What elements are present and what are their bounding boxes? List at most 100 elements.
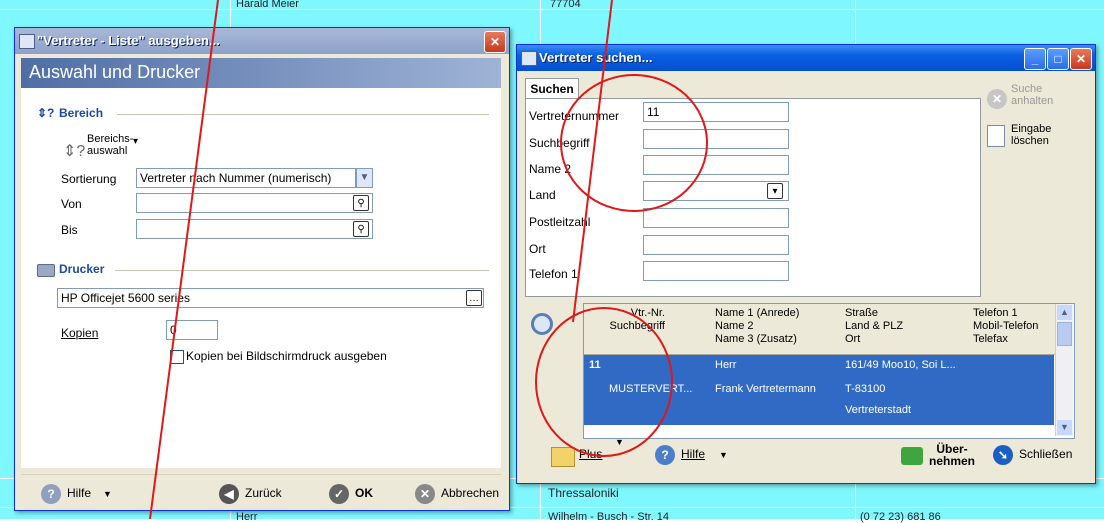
dropdown-arrow-icon[interactable]: ▼ [615, 437, 624, 447]
maximize-icon[interactable]: □ [1047, 48, 1069, 70]
search-dialog-titlebar[interactable]: Vertreter suchen... _ □ ✕ [517, 45, 1095, 71]
to-label: Bis [61, 223, 78, 237]
close-button[interactable]: ➘ Schließen [993, 443, 1072, 465]
help-button[interactable]: ? Hilfe ▼ [655, 443, 728, 466]
folder-icon [551, 447, 575, 467]
take-over-button[interactable]: Über- nehmen [929, 443, 975, 467]
print-dialog-title: "Vertreter - Liste" ausgeben... [37, 33, 220, 48]
minimize-icon[interactable]: _ [1024, 48, 1046, 70]
magnifier-icon [531, 313, 553, 335]
stop-icon: ✕ [987, 89, 1007, 109]
help-icon: ? [655, 444, 675, 465]
divider [115, 270, 489, 271]
search-icon[interactable]: ⚲ [353, 195, 369, 211]
ok-button[interactable]: ✓ OK [329, 482, 373, 504]
cancel-icon: ✕ [415, 483, 435, 504]
bg-text: Thressaloniki [548, 486, 619, 500]
sort-select[interactable]: Vertreter nach Nummer (numerisch) [136, 168, 356, 188]
sort-label: Sortierung [61, 172, 117, 186]
name2-input[interactable] [643, 155, 789, 175]
back-button[interactable]: ◀ Zurück [219, 482, 282, 504]
range-select-icon: ⇕? [63, 143, 86, 160]
printer-select[interactable]: HP Officejet 5600 series [57, 288, 484, 308]
dropdown-arrow-icon[interactable]: ▾ [133, 136, 138, 147]
suchbegriff-input[interactable] [643, 129, 789, 149]
scroll-up-icon[interactable]: ▲ [1057, 305, 1072, 320]
from-input[interactable] [136, 193, 373, 213]
scroll-thumb[interactable] [1057, 322, 1072, 346]
take-over-icon [901, 447, 923, 465]
field-label: Ort [529, 242, 546, 256]
help-label: Hilfe [67, 486, 92, 500]
close-label: Schließen [1019, 447, 1073, 461]
scroll-down-icon[interactable]: ▼ [1057, 420, 1072, 435]
tab-suchen[interactable]: Suchen [525, 78, 579, 99]
field-label: Vertreternummer [529, 109, 620, 123]
cell-name2: Frank Vertretermann [715, 383, 816, 395]
divider [117, 114, 489, 115]
section-range: Bereich [59, 106, 104, 120]
cell-street: 161/49 Moo10, Soi L... [845, 359, 956, 371]
clear-input-icon [987, 125, 1005, 147]
section-printer: Drucker [59, 262, 105, 276]
search-icon[interactable]: ⚲ [353, 221, 369, 237]
heading-banner: Auswahl und Drucker [21, 58, 501, 88]
cancel-label: Abbrechen [441, 486, 500, 500]
bg-text: Herr [236, 511, 258, 523]
cancel-button[interactable]: ✕ Abbrechen [415, 482, 499, 504]
cell-plz: T-83100 [845, 383, 886, 395]
back-label: Zurück [245, 486, 282, 500]
help-icon: ? [41, 483, 61, 504]
bg-text: Harald Meier [236, 0, 299, 10]
field-label: Postleitzahl [529, 215, 591, 229]
chevron-down-icon[interactable]: ▾ [767, 183, 783, 199]
divider [21, 474, 501, 475]
dropdown-arrow-icon: ▼ [103, 489, 112, 499]
col-header[interactable]: Name 1 (Anrede) Name 2 Name 3 (Zusatz) [715, 307, 799, 346]
bg-text: Wilhelm - Busch - Str. 14 [548, 511, 670, 523]
search-dialog: Vertreter suchen... _ □ ✕ Suchen ✕ Suche… [516, 44, 1096, 484]
from-label: Von [61, 197, 82, 211]
col-header[interactable]: Vtr.-Nr. Suchbegriff [591, 307, 665, 333]
ort-input[interactable] [643, 235, 789, 255]
to-input[interactable] [136, 219, 373, 239]
help-button[interactable]: ? Hilfe ▼ [41, 482, 112, 505]
close-icon[interactable]: ✕ [1070, 48, 1092, 70]
ok-label: OK [355, 486, 373, 500]
field-label: Name 2 [529, 162, 572, 176]
stop-search-button[interactable]: Suche anhalten [1011, 83, 1053, 107]
col-header[interactable]: Telefon 1 Mobil-Telefon Telefax [973, 307, 1038, 346]
copies-screen-checkbox[interactable] [170, 350, 184, 364]
page-title: Auswahl und Drucker [29, 62, 201, 82]
cell-city: Vertreterstadt [845, 404, 912, 416]
cell-salutation: Herr [715, 359, 737, 371]
help-label: Hilfe [681, 447, 706, 461]
printer-window-icon [19, 34, 35, 49]
copies-screen-label: Kopien bei Bildschirmdruck ausgeben [186, 349, 387, 363]
copies-label: Kopien [61, 326, 99, 340]
close-icon[interactable]: ✕ [484, 31, 506, 53]
range-icon: ⇕? [37, 106, 55, 120]
copies-input[interactable]: 0 [166, 320, 218, 340]
plus-button[interactable]: Plus [579, 443, 602, 465]
printer-icon [37, 264, 55, 277]
range-select-button[interactable]: Bereichs- auswahl [87, 133, 133, 157]
print-dialog-titlebar[interactable]: "Vertreter - Liste" ausgeben... ✕ [15, 28, 509, 54]
arrow-icon: ➘ [993, 444, 1013, 465]
cell-search-term: MUSTERVERT... [609, 383, 693, 395]
col-header[interactable]: Straße Land & PLZ Ort [845, 307, 903, 346]
bg-text: 77704 [550, 0, 581, 10]
clear-input-button[interactable]: Eingabe löschen [1011, 123, 1051, 147]
chevron-down-icon[interactable]: ▼ [356, 168, 373, 188]
arrow-left-icon: ◀ [219, 483, 239, 504]
more-icon[interactable]: … [466, 290, 482, 306]
search-window-icon [521, 51, 537, 66]
scrollbar[interactable]: ▲ ▼ [1055, 304, 1073, 436]
vertreternummer-input[interactable]: 11 [643, 102, 789, 122]
field-label: Land [529, 188, 556, 202]
telefon-input[interactable] [643, 261, 789, 281]
postleitzahl-input[interactable] [643, 208, 789, 228]
field-label: Suchbegriff [529, 136, 590, 150]
bg-text: (0 72 23) 681 86 [860, 511, 941, 523]
search-dialog-title: Vertreter suchen... [539, 50, 653, 65]
